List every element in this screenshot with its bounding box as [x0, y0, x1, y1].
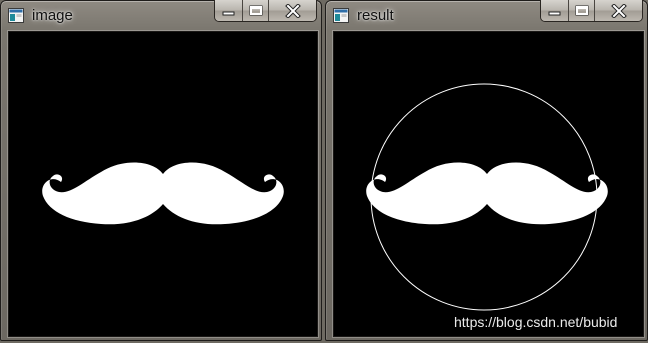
app-window-icon: [333, 8, 349, 23]
caption-buttons: [214, 0, 317, 22]
close-icon: [610, 3, 627, 18]
mustache-shape: [366, 162, 608, 225]
maximize-icon: [249, 5, 262, 15]
close-icon: [284, 3, 301, 18]
window-title: result: [357, 7, 394, 24]
caption-buttons: [540, 0, 643, 22]
window-result[interactable]: result: [325, 0, 648, 341]
app-window-icon: [8, 8, 24, 23]
title-bar[interactable]: image: [1, 0, 321, 31]
result-canvas: [333, 31, 644, 337]
image-canvas: [8, 31, 318, 337]
window-title: image: [32, 7, 73, 24]
minimize-button[interactable]: [215, 0, 242, 21]
title-bar[interactable]: result: [326, 0, 647, 31]
window-image[interactable]: image: [0, 0, 322, 341]
maximize-icon: [575, 5, 588, 15]
close-button[interactable]: [268, 0, 316, 21]
close-button[interactable]: [594, 0, 642, 21]
minimize-icon: [548, 11, 560, 15]
maximize-button[interactable]: [242, 0, 268, 21]
maximize-button[interactable]: [568, 0, 594, 21]
minimize-button[interactable]: [541, 0, 568, 21]
mustache-shape: [42, 162, 284, 225]
watermark-text: https://blog.csdn.net/bubid: [454, 314, 618, 330]
minimize-icon: [222, 11, 234, 15]
